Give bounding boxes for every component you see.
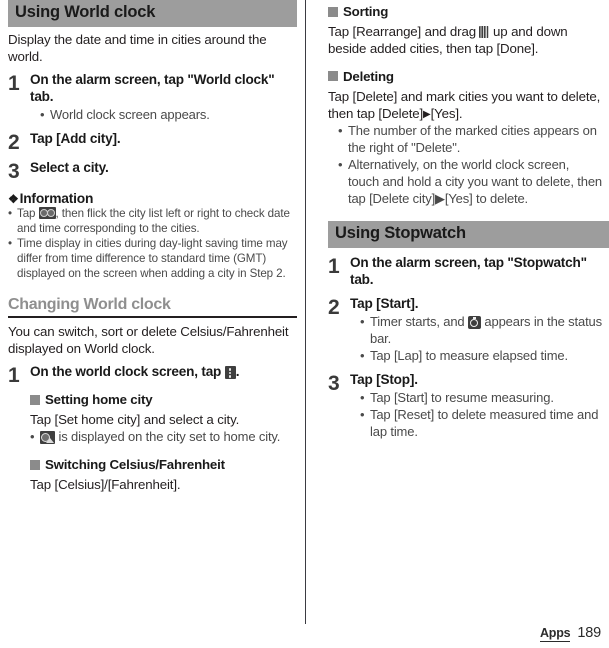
bullet-dot: •	[30, 429, 35, 445]
bullet-dot: •	[40, 107, 45, 123]
world-clock-icon	[38, 206, 56, 219]
step-title: Select a city.	[30, 159, 109, 175]
information-bullet: • Time display in cities during day-ligh…	[8, 237, 298, 281]
page-footer: Apps 189	[539, 625, 601, 642]
bullet-text: World clock screen appears.	[50, 107, 210, 123]
square-bullet-icon	[30, 394, 40, 405]
overflow-menu-icon	[224, 366, 236, 380]
topic-heading-sorting: Sorting	[328, 4, 603, 19]
step-bullet: • Timer starts, and appears in the statu…	[360, 314, 603, 347]
topic-body: Tap [Set home city] and select a city.	[30, 412, 240, 428]
left-column: Using World clock Display the date and t…	[8, 0, 298, 493]
topic-bullet: • is displayed on the city set to home c…	[30, 429, 298, 446]
step-3: 3 Select a city.	[8, 160, 298, 182]
bullet-dot: •	[360, 389, 365, 405]
step-number: 3	[8, 159, 20, 183]
stopwatch-step-2: 2 Tap [Start]. • Timer starts, and appea…	[328, 296, 603, 365]
topic-heading-text: Switching Celsius/Fahrenheit	[45, 457, 225, 472]
topic-body-sorting: Tap [Rearrange] and drag up and down bes…	[328, 23, 603, 58]
step-title: On the alarm screen, tap "Stopwatch" tab…	[350, 255, 587, 288]
body-before-arrow: Tap [Delete] and mark cities you want to…	[328, 88, 601, 121]
step-bullet: • Tap [Lap] to measure elapsed time.	[360, 348, 603, 365]
right-arrow-icon: ▶	[423, 108, 431, 120]
step-title: On the world clock screen, tap .	[30, 364, 298, 381]
step-title: Tap [Stop].	[350, 371, 418, 387]
deleting-bullet: • The number of the marked cities appear…	[338, 123, 603, 156]
step-number: 3	[328, 371, 340, 395]
body-after-arrow: [Yes].	[430, 105, 463, 121]
bullet-text: Tap [Start] to resume measuring.	[370, 389, 554, 405]
step-number: 1	[8, 72, 20, 96]
topic-body-deleting: Tap [Delete] and mark cities you want to…	[328, 88, 603, 123]
bullet-dot: •	[338, 157, 343, 173]
topic-body: Tap [Celsius]/[Fahrenheit].	[30, 477, 181, 492]
changing-world-clock-intro: You can switch, sort or delete Celsius/F…	[8, 323, 289, 356]
square-bullet-icon	[328, 71, 338, 82]
square-bullet-icon	[328, 6, 338, 17]
deleting-bullet: • Alternatively, on the world clock scre…	[338, 157, 603, 207]
step-number: 1	[328, 255, 340, 279]
step-title: Tap [Start].	[350, 296, 419, 312]
bullet-text: Tap [Lap] to measure elapsed time.	[370, 348, 568, 364]
topic-heading-deleting: Deleting	[328, 69, 603, 84]
right-column: Sorting Tap [Rearrange] and drag up and …	[328, 0, 609, 441]
section-heading-world-clock: Using World clock	[8, 0, 297, 27]
subsection-heading-changing-world-clock: Changing World clock	[8, 296, 297, 318]
bullet-dot: •	[338, 123, 343, 139]
home-city-icon	[40, 431, 55, 445]
stopwatch-step-3: 3 Tap [Stop]. • Tap [Start] to resume me…	[328, 372, 603, 441]
bullet-dot: •	[8, 206, 12, 220]
topic-heading-text: Sorting	[343, 4, 389, 19]
information-bullet: • Tap , then flick the city list left or…	[8, 206, 298, 236]
stopwatch-step-1: 1 On the alarm screen, tap "Stopwatch" t…	[328, 255, 603, 289]
bullet-text: Alternatively, on the world clock screen…	[348, 157, 603, 206]
changing-step-1: 1 On the world clock screen, tap . Setti…	[8, 364, 298, 493]
step-1: 1 On the alarm screen, tap "World clock"…	[8, 72, 298, 124]
topic-heading-text: Setting home city	[45, 392, 153, 408]
info-text-before-icon: Tap	[17, 206, 39, 220]
page-number: 189	[577, 625, 601, 641]
step-number: 1	[8, 364, 20, 388]
body-before-icon: Tap [Rearrange] and drag	[328, 24, 480, 39]
step-2: 2 Tap [Add city].	[8, 131, 298, 153]
step-number: 2	[328, 296, 340, 320]
information-heading: ❖Information	[8, 191, 298, 206]
info-text: Time display in cities during day-light …	[17, 237, 288, 280]
square-bullet-icon	[30, 459, 40, 470]
bullet-dot: •	[360, 407, 365, 423]
flower-icon: ❖	[8, 191, 19, 206]
step-bullet: • Tap [Reset] to delete measured time an…	[360, 407, 603, 440]
bullet-text-after-icon: is displayed on the city set to home cit…	[55, 429, 281, 445]
bullet-dot: •	[360, 314, 365, 329]
info-text-after-icon: , then flick the city list left or right…	[17, 206, 290, 235]
column-divider	[305, 0, 306, 624]
bullet-dot: •	[8, 237, 12, 251]
bullet-text: Tap [Reset] to delete measured time and …	[370, 407, 599, 440]
step-bullet: • Tap [Start] to resume measuring.	[360, 390, 603, 407]
bullet-dot: •	[360, 348, 365, 364]
drag-handle-icon	[479, 26, 490, 38]
step-number: 2	[8, 130, 20, 154]
step-title: On the alarm screen, tap "World clock" t…	[30, 72, 275, 105]
footer-section-label: Apps	[539, 626, 571, 642]
step-title: Tap [Add city].	[30, 130, 121, 146]
step-bullet: • World clock screen appears.	[40, 107, 298, 124]
section-heading-stopwatch: Using Stopwatch	[328, 221, 609, 249]
topic-heading-setting-home-city: Setting home city	[30, 392, 298, 407]
step-title-after-icon: .	[235, 364, 240, 380]
bullet-text-before-icon: Timer starts, and	[370, 314, 468, 329]
stopwatch-icon	[467, 316, 481, 329]
bullet-text: The number of the marked cities appears …	[348, 123, 597, 155]
step-title-before-icon: On the world clock screen, tap	[30, 364, 225, 380]
manual-page: Using World clock Display the date and t…	[0, 0, 609, 648]
topic-heading-switching-celsius-fahrenheit: Switching Celsius/Fahrenheit	[30, 457, 298, 472]
world-clock-intro: Display the date and time in cities arou…	[8, 31, 267, 65]
information-heading-text: Information	[19, 190, 94, 206]
topic-heading-text: Deleting	[343, 68, 394, 84]
